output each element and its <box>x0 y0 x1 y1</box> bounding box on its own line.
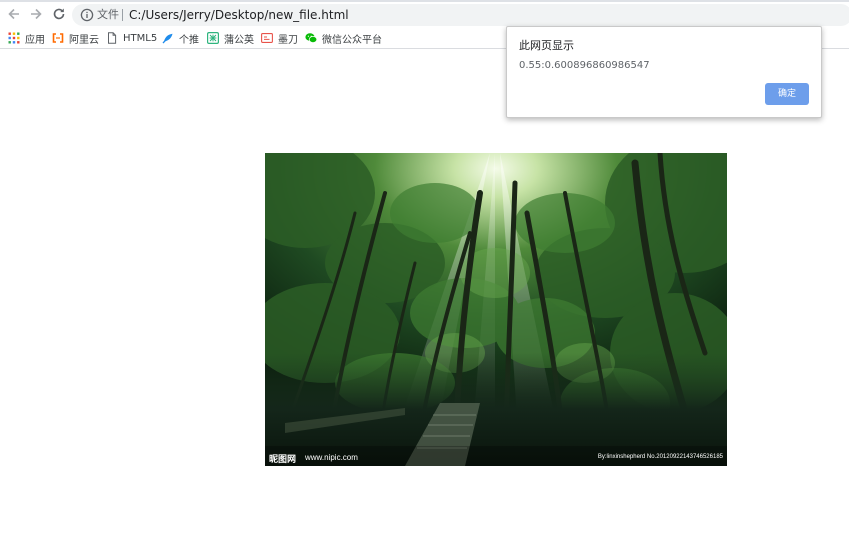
modao-icon <box>261 32 273 44</box>
browser-toolbar: 文件 C:/Users/Jerry/Desktop/new_file.html <box>0 0 849 28</box>
forward-button[interactable] <box>28 6 44 22</box>
alert-title: 此网页显示 <box>519 39 574 52</box>
getui-icon <box>162 32 174 44</box>
bookmark-label: 阿里云 <box>69 34 99 46</box>
arrow-left-icon <box>8 8 19 20</box>
bookmark-html5[interactable]: HTML5 <box>106 30 157 46</box>
bookmark-apps[interactable]: 应用 <box>8 30 45 46</box>
wechat-icon <box>305 32 318 44</box>
arrow-right-icon <box>31 8 42 20</box>
omnibox-divider <box>122 9 123 21</box>
forest-scene <box>265 153 727 466</box>
ok-button[interactable]: 确定 <box>765 83 809 105</box>
back-button[interactable] <box>6 6 22 22</box>
apps-grid-icon <box>8 32 20 44</box>
page-icon <box>106 32 118 44</box>
bookmark-label: 微信公众平台 <box>322 34 382 46</box>
bookmark-modao[interactable]: 墨刀 <box>261 30 298 46</box>
bookmark-wechat-mp[interactable]: 微信公众平台 <box>305 30 382 46</box>
bookmark-aliyun[interactable]: 阿里云 <box>52 30 99 46</box>
watermark-brand: 昵图网 <box>269 455 297 465</box>
reload-button[interactable] <box>51 6 67 22</box>
info-icon[interactable] <box>80 8 94 22</box>
bookmark-label: HTML5 <box>123 32 158 44</box>
bookmark-getui[interactable]: 个推 <box>162 30 199 46</box>
bookmark-label: 应用 <box>25 34 45 46</box>
bookmark-pgyer[interactable]: 蒲公英 <box>207 30 254 46</box>
bookmark-label: 蒲公英 <box>224 34 254 46</box>
reload-icon <box>53 8 65 20</box>
watermark-credit: By:linxinshepherd No.2012092214374652618… <box>597 454 723 460</box>
alert-dialog: 此网页显示 0.55:0.600896860986547 确定 <box>506 26 822 118</box>
url-text[interactable]: C:/Users/Jerry/Desktop/new_file.html <box>129 7 349 23</box>
forest-image: 昵图网 www.nipic.com By:linxinshepherd No.2… <box>265 153 727 466</box>
watermark-site: www.nipic.com <box>305 453 358 462</box>
security-label: 文件 <box>97 8 119 21</box>
bookmark-label: 墨刀 <box>278 34 298 46</box>
pgyer-icon <box>207 32 220 45</box>
aliyun-icon <box>52 32 64 44</box>
alert-message: 0.55:0.600896860986547 <box>519 60 650 71</box>
bookmark-label: 个推 <box>179 34 199 46</box>
omnibox[interactable]: 文件 C:/Users/Jerry/Desktop/new_file.html <box>72 4 849 26</box>
tab-strip-edge <box>0 0 849 2</box>
